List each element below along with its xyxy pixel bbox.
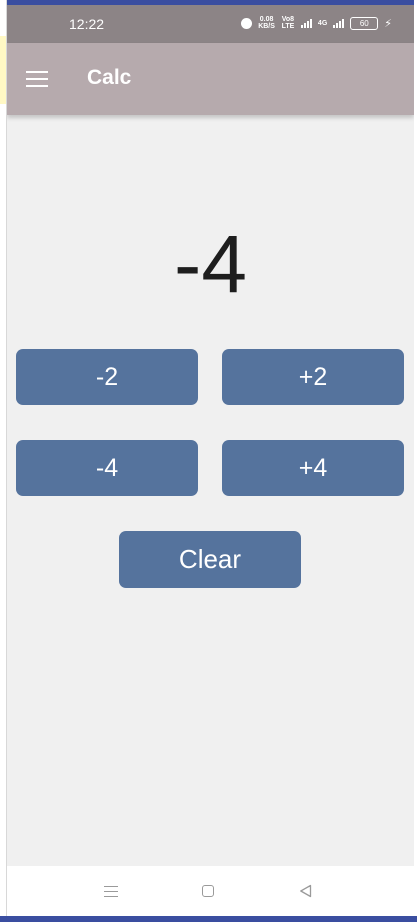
plus-4-button[interactable]: +4 [222,440,404,496]
recents-icon[interactable] [104,883,118,899]
plus-2-button[interactable]: +2 [222,349,404,405]
charging-icon: ⚡ [384,17,392,30]
volte-icon: Vo8 LTE [281,16,295,30]
window-bottom-border [0,916,417,922]
app-bar: Calc [7,43,414,115]
clear-button[interactable]: Clear [119,531,301,588]
network-speed-value: 0.08 [259,16,274,23]
background-window-highlight [0,36,6,104]
app-title: Calc [87,66,132,89]
home-icon[interactable] [202,885,214,897]
status-icons: 0.08 KB/S Vo8 LTE 4G 60 ⚡ [241,14,392,32]
navigation-bar [7,866,414,916]
screen-frame: 12:22 0.08 KB/S Vo8 LTE 4G 60 ⚡ Calc -4 … [0,0,417,922]
alarm-icon [241,17,253,29]
status-time: 12:22 [69,16,105,32]
back-icon[interactable] [299,884,312,900]
minus-4-button[interactable]: -4 [16,440,198,496]
background-window-strip-left [0,0,7,922]
signal-2-icon [333,18,345,28]
hamburger-menu-icon[interactable] [26,71,48,87]
network-speed-unit: KB/S [258,23,275,30]
status-bar: 12:22 0.08 KB/S Vo8 LTE 4G 60 ⚡ [7,5,414,43]
battery-icon: 60 [350,16,379,30]
signal-1-icon [300,18,312,28]
network-type-icon: 4G [317,19,328,27]
network-speed: 0.08 KB/S [258,16,275,30]
result-display: -4 [174,219,247,310]
phone-screen: 12:22 0.08 KB/S Vo8 LTE 4G 60 ⚡ Calc -4 … [7,5,414,916]
minus-2-button[interactable]: -2 [16,349,198,405]
